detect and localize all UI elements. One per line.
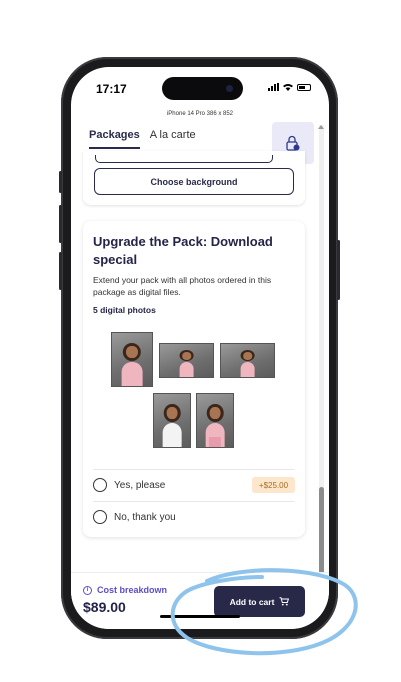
photo-count: 5 digital photos xyxy=(93,305,156,315)
option-yes[interactable]: Yes, please xyxy=(93,478,165,492)
option-divider xyxy=(93,469,294,470)
photo-2 xyxy=(159,343,214,378)
device-label: iPhone 14 Pro 386 x 852 xyxy=(166,111,234,117)
choose-background-button[interactable]: Choose background xyxy=(94,168,294,195)
background-card: Choose background xyxy=(83,151,305,205)
cost-breakdown-link[interactable]: i Cost breakdown xyxy=(83,585,167,595)
photo-4 xyxy=(153,393,191,448)
camera-icon xyxy=(226,85,233,92)
battery-icon xyxy=(297,84,311,91)
price-badge: +$25.00 xyxy=(252,477,295,493)
dynamic-island xyxy=(162,77,243,100)
tab-a-la-carte[interactable]: A la carte xyxy=(150,129,196,149)
photo-3 xyxy=(220,343,275,378)
power-button xyxy=(337,240,340,300)
card-edge xyxy=(95,155,273,163)
status-time: 17:17 xyxy=(96,82,127,96)
cost-breakdown-label: Cost breakdown xyxy=(97,585,168,595)
photo-1 xyxy=(111,332,153,387)
action-button xyxy=(59,171,62,193)
radio-no[interactable] xyxy=(93,510,107,524)
option-no[interactable]: No, thank you xyxy=(93,510,176,524)
scroll-up-arrow[interactable] xyxy=(318,125,324,129)
photo-5 xyxy=(196,393,234,448)
info-icon: i xyxy=(83,585,92,595)
stage: 17:17 iPhone 14 Pro 386 x 852 Packages A… xyxy=(0,0,401,682)
upgrade-card: Upgrade the Pack: Download special Exten… xyxy=(83,221,305,537)
upgrade-description: Extend your pack with all photos ordered… xyxy=(93,275,272,297)
tab-bar: Packages A la carte xyxy=(89,129,196,149)
phone-screen: 17:17 iPhone 14 Pro 386 x 852 Packages A… xyxy=(71,67,329,629)
radio-yes[interactable] xyxy=(93,478,107,492)
volume-up-button xyxy=(59,205,62,243)
status-icons xyxy=(268,83,311,91)
upgrade-title: Upgrade the Pack: Download special xyxy=(93,234,273,267)
wifi-icon xyxy=(283,84,293,91)
tab-packages[interactable]: Packages xyxy=(89,129,140,149)
total-price: $89.00 xyxy=(83,599,126,615)
option-divider xyxy=(93,501,294,502)
signal-icon xyxy=(268,83,279,91)
option-no-label: No, thank you xyxy=(114,511,176,523)
annotation-oval xyxy=(170,568,358,656)
lock-badge-icon xyxy=(286,135,300,151)
volume-down-button xyxy=(59,252,62,290)
option-yes-label: Yes, please xyxy=(114,479,166,491)
